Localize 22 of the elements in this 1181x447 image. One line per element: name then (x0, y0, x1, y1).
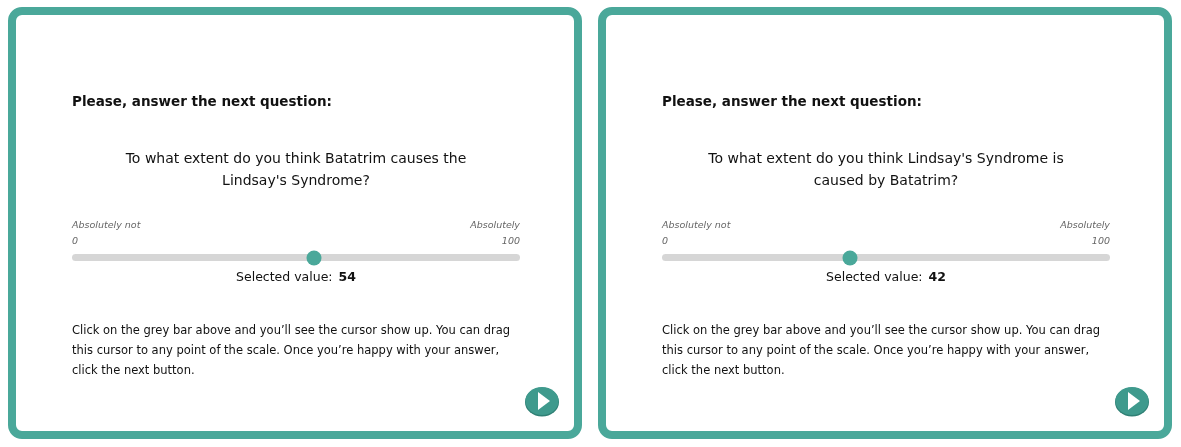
selected-value: 42 (928, 269, 946, 284)
instruction-heading: Please, answer the next question: (662, 93, 923, 109)
next-button[interactable] (524, 385, 560, 417)
selected-value-label: Selected value: (826, 269, 923, 284)
scale-max-caption: Absolutely (470, 218, 520, 232)
selected-value: 54 (338, 269, 356, 284)
scale-max-value: 100 (501, 234, 520, 248)
selected-value-label: Selected value: (236, 269, 333, 284)
scale-min-caption: Absolutely not (662, 218, 731, 232)
next-button[interactable] (1114, 385, 1150, 417)
instruction-heading: Please, answer the next question: (72, 93, 333, 109)
slider-thumb[interactable] (842, 250, 858, 265)
instructions-text: Click on the grey bar above and you’ll see the cursor show up. You can drag this cursor to any point of the scale. Once you’re happy with your answer, click the next button. (72, 322, 512, 379)
scale-min-caption: Absolutely not (72, 218, 141, 232)
scale-min-value: 0 (662, 234, 669, 248)
scale-min-value: 0 (72, 234, 79, 248)
scale-max-value: 100 (1091, 234, 1110, 248)
scale-max-caption: Absolutely (1060, 218, 1110, 232)
question-text: To what extent do you think Lindsay's Syndrome is caused by Batatrim? (707, 149, 1065, 190)
question-text: To what extent do you think Batatrim causes the Lindsay's Syndrome? (124, 149, 468, 190)
instructions-text: Click on the grey bar above and you’ll see the cursor show up. You can drag this cursor to any point of the scale. Once you’re happy with your answer, click the next button. (662, 322, 1102, 379)
slider-thumb[interactable] (306, 250, 322, 265)
